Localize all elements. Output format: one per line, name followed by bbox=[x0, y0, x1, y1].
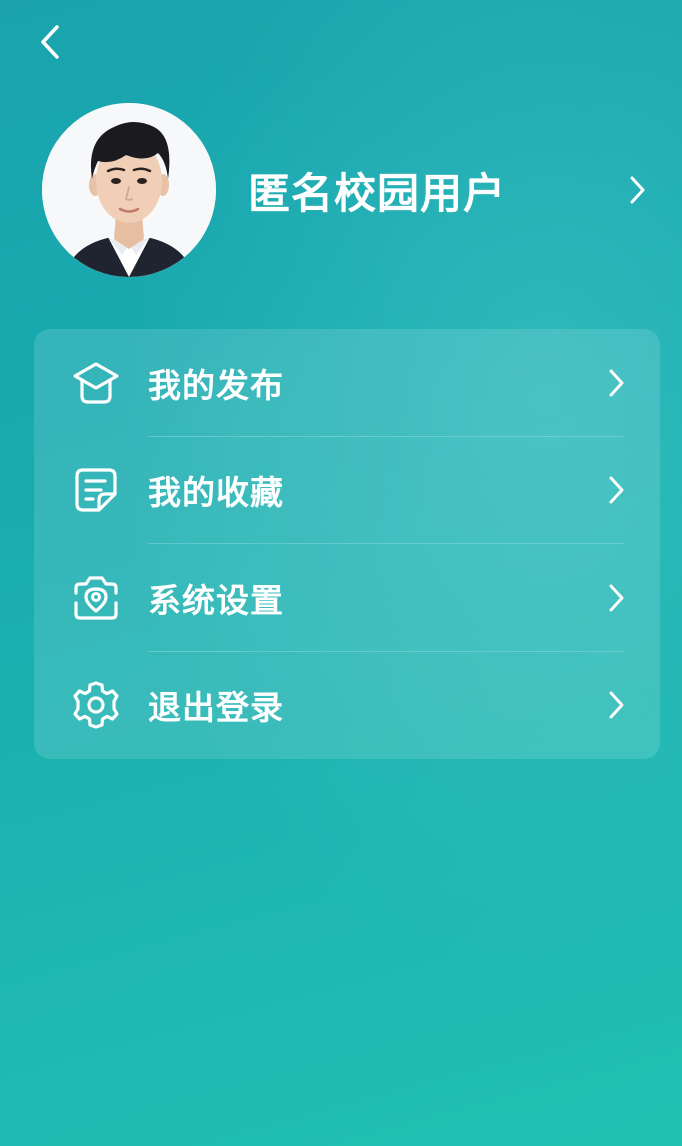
menu-item-logout[interactable]: 退出登录 bbox=[34, 652, 660, 760]
avatar-portrait bbox=[42, 103, 216, 277]
menu-item-label: 我的发布 bbox=[148, 365, 284, 405]
chevron-right-icon bbox=[602, 363, 630, 403]
menu-item-label: 系统设置 bbox=[148, 580, 284, 620]
mortarboard-icon bbox=[71, 358, 121, 408]
gear-icon bbox=[71, 680, 121, 730]
back-button[interactable] bbox=[30, 22, 70, 62]
menu-item-my-favorites[interactable]: 我的收藏 bbox=[34, 437, 660, 544]
chevron-right-icon bbox=[602, 578, 630, 618]
menu-item-label: 我的收藏 bbox=[148, 473, 284, 513]
chevron-left-icon bbox=[41, 25, 59, 59]
profile-header[interactable]: 匿名校园用户 bbox=[42, 102, 652, 278]
chevron-right-icon bbox=[602, 685, 630, 725]
username: 匿名校园用户 bbox=[248, 168, 507, 218]
menu-item-label: 退出登录 bbox=[148, 688, 284, 728]
note-icon bbox=[71, 465, 121, 515]
menu-item-my-posts[interactable]: 我的发布 bbox=[34, 329, 660, 437]
avatar bbox=[42, 103, 216, 277]
chevron-right-icon bbox=[622, 170, 652, 210]
menu-item-system-settings[interactable]: 系统设置 bbox=[34, 544, 660, 652]
profile-screen: 匿名校园用户 我的发布 我的收藏 系统设置 退出登录 bbox=[0, 0, 682, 1146]
menu-card: 我的发布 我的收藏 系统设置 退出登录 bbox=[34, 329, 660, 759]
camera-location-icon bbox=[71, 573, 121, 623]
chevron-right-icon bbox=[602, 470, 630, 510]
